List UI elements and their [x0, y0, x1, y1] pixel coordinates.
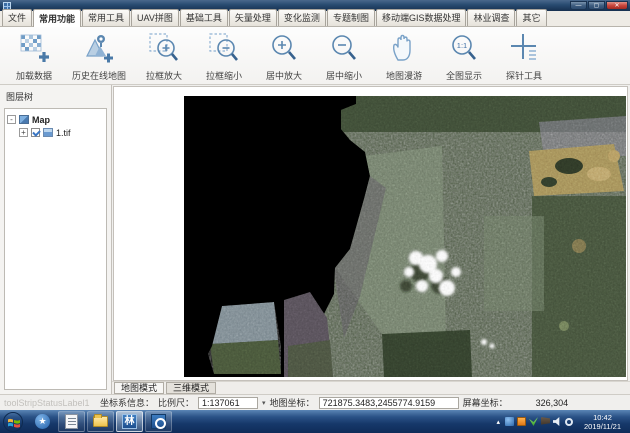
- tool-label: 地图漫游: [386, 69, 422, 82]
- tray-expand-icon[interactable]: ▴: [495, 418, 503, 426]
- tool-label: 居中缩小: [326, 69, 362, 82]
- clock-date: 2019/11/21: [584, 422, 621, 431]
- tool-label: 拉框缩小: [206, 69, 242, 82]
- tray-flag-icon[interactable]: [541, 417, 550, 426]
- system-tray: ▴ 10:42 2019/11/21: [495, 413, 628, 431]
- start-button[interactable]: [3, 412, 23, 432]
- pan-button[interactable]: 地图漫游: [374, 29, 434, 84]
- network-icon[interactable]: [565, 418, 573, 426]
- box-zoom-in-icon: [148, 32, 180, 66]
- center-zoom-in-button[interactable]: 居中放大: [254, 29, 314, 84]
- taskbar-app-notepad[interactable]: [58, 411, 85, 432]
- full-extent-icon: 1:1: [448, 32, 480, 66]
- history-online-map-icon: [83, 32, 115, 66]
- probe-tool-button[interactable]: 探针工具: [494, 29, 554, 84]
- status-bar: toolStripStatusLabel1 坐标系信息： 比例尺： 1:1370…: [0, 394, 630, 410]
- tree-node-map[interactable]: - Map: [7, 113, 104, 126]
- taskbar-app-forestry-gis[interactable]: 林: [116, 411, 143, 432]
- scale-dropdown-icon[interactable]: ▾: [262, 399, 266, 407]
- expand-icon[interactable]: +: [19, 128, 28, 137]
- tool-label: 探针工具: [506, 69, 542, 82]
- map-node-icon: [19, 115, 29, 124]
- star-app-icon: ★: [35, 414, 50, 429]
- full-extent-button[interactable]: 1:1 全图显示: [434, 29, 494, 84]
- tab-forestry-survey[interactable]: 林业调查: [467, 9, 515, 26]
- tab-basic-tools[interactable]: 基础工具: [180, 9, 228, 26]
- load-data-icon: [18, 32, 50, 66]
- folder-icon: [93, 416, 108, 427]
- tray-antivirus-icon[interactable]: [529, 417, 538, 426]
- raster-layer-icon: [43, 128, 53, 137]
- tab-vector-processing[interactable]: 矢量处理: [229, 9, 277, 26]
- application-window: — ▢ ✕ 文件 常用功能 常用工具 UAV拼图 基础工具 矢量处理 变化监测 …: [0, 0, 630, 433]
- tree-node-layer[interactable]: + 1.tif: [7, 126, 104, 139]
- layer-tree: - Map + 1.tif: [4, 108, 107, 390]
- layer-panel-title: 图层树: [0, 85, 111, 106]
- layer-panel: 图层树 - Map + 1.tif: [0, 85, 112, 394]
- screen-coord-label: 屏幕坐标：: [463, 396, 508, 409]
- tool-label: 历史在线地图: [72, 69, 126, 82]
- collapse-icon[interactable]: -: [7, 115, 16, 124]
- taskbar-clock[interactable]: 10:42 2019/11/21: [576, 413, 627, 431]
- tab-other[interactable]: 其它: [516, 9, 546, 26]
- tab-3d-mode[interactable]: 三维模式: [166, 382, 216, 394]
- box-zoom-out-button[interactable]: 拉框缩小: [194, 29, 254, 84]
- tab-common-functions[interactable]: 常用功能: [33, 9, 81, 27]
- view-mode-tabs: 地图模式 三维模式: [112, 381, 630, 394]
- windows-taskbar: ★ 林 ▴ 10:42 2019/11/2: [0, 410, 630, 433]
- close-button[interactable]: ✕: [606, 1, 628, 10]
- satellite-imagery[interactable]: [184, 96, 626, 377]
- tray-orange-app-icon[interactable]: [517, 417, 526, 426]
- tab-mobile-gis-data[interactable]: 移动端GIS数据处理: [376, 9, 467, 26]
- tool-label: 加载数据: [16, 69, 52, 82]
- center-zoom-out-icon: [328, 32, 360, 66]
- box-zoom-out-icon: [208, 32, 240, 66]
- box-zoom-in-button[interactable]: 拉框放大: [134, 29, 194, 84]
- clock-time: 10:42: [584, 413, 621, 422]
- toolbar: 加载数据 历史在线地图: [0, 27, 630, 85]
- taskbar-app-ring[interactable]: [145, 411, 172, 432]
- notepad-icon: [65, 414, 78, 429]
- map-coord-value: 721875.3483,2455774.9159: [319, 397, 459, 409]
- load-data-button[interactable]: 加载数据: [4, 29, 64, 84]
- scale-label: 比例尺：: [158, 396, 194, 409]
- pan-icon: [388, 32, 420, 66]
- tab-change-monitoring[interactable]: 变化监测: [278, 9, 326, 26]
- windows-logo-icon: [7, 416, 21, 430]
- tab-map-mode[interactable]: 地图模式: [114, 382, 164, 394]
- volume-icon[interactable]: [553, 417, 562, 426]
- center-zoom-in-icon: [268, 32, 300, 66]
- status-placeholder-label: toolStripStatusLabel1: [4, 398, 96, 408]
- layer-label: 1.tif: [56, 128, 71, 138]
- tab-common-tools[interactable]: 常用工具: [82, 9, 130, 26]
- minimize-button[interactable]: —: [570, 1, 587, 10]
- map-canvas[interactable]: [113, 86, 628, 381]
- ribbon-tab-bar: 文件 常用功能 常用工具 UAV拼图 基础工具 矢量处理 变化监测 专题制图 移…: [0, 11, 630, 27]
- screen-coord-value: 326,304: [536, 398, 569, 408]
- scale-value[interactable]: 1:137061: [198, 397, 258, 409]
- taskbar-app-explorer[interactable]: [87, 411, 114, 432]
- probe-tool-icon: [508, 32, 540, 66]
- center-zoom-out-button[interactable]: 居中缩小: [314, 29, 374, 84]
- map-node-label: Map: [32, 115, 50, 125]
- tool-label: 拉框放大: [146, 69, 182, 82]
- tool-label: 居中放大: [266, 69, 302, 82]
- ring-app-icon: [151, 414, 166, 429]
- tab-file[interactable]: 文件: [2, 9, 32, 26]
- tray-star-icon[interactable]: [505, 417, 514, 426]
- tab-thematic-mapping[interactable]: 专题制图: [327, 9, 375, 26]
- taskbar-app-messenger[interactable]: ★: [29, 411, 56, 432]
- tab-uav-mosaic[interactable]: UAV拼图: [131, 9, 179, 26]
- maximize-button[interactable]: ▢: [588, 1, 605, 10]
- svg-text:1:1: 1:1: [457, 41, 467, 50]
- tool-label: 全图显示: [446, 69, 482, 82]
- history-online-map-button[interactable]: 历史在线地图: [64, 29, 134, 84]
- layer-visibility-checkbox[interactable]: [31, 128, 40, 137]
- coord-sys-label: 坐标系信息：: [100, 396, 154, 409]
- map-coord-label: 地图坐标：: [270, 396, 315, 409]
- forestry-app-icon: 林: [122, 414, 137, 429]
